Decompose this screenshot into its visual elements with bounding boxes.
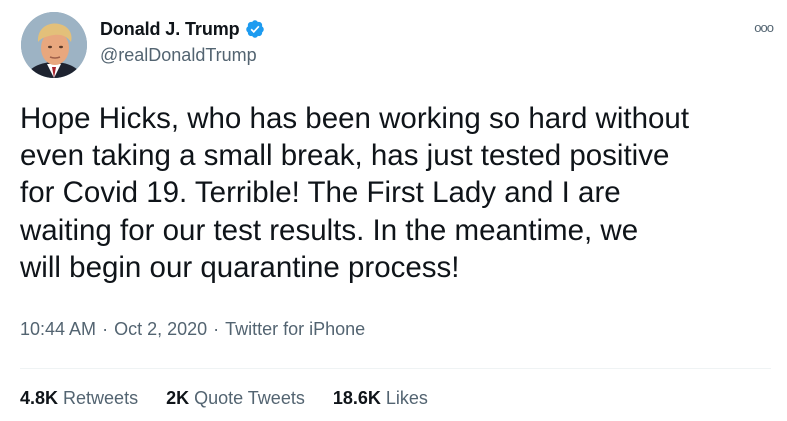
tweet-source[interactable]: Twitter for iPhone	[225, 319, 365, 339]
author-name-row: Donald J. Trump	[100, 18, 265, 40]
tweet-card: Donald J. Trump @realDonaldTrump ooo Hop…	[0, 0, 787, 421]
metadata-separator: ·	[213, 319, 220, 339]
likes-label: Likes	[385, 388, 428, 408]
likes-count: 18.6K	[332, 388, 381, 408]
retweets-stat[interactable]: 4.8K Retweets	[20, 388, 138, 409]
divider	[20, 368, 771, 369]
tweet-metadata: 10:44 AM · Oct 2, 2020 · Twitter for iPhone	[20, 319, 365, 340]
tweet-text: Hope Hicks, who has been working so hard…	[20, 100, 780, 286]
quote-tweets-count: 2K	[166, 388, 190, 408]
quote-tweets-stat[interactable]: 2K Quote Tweets	[166, 388, 305, 409]
tweet-text-line: waiting for our test results. In the mea…	[20, 213, 639, 247]
avatar[interactable]	[21, 12, 87, 78]
retweets-label: Retweets	[63, 388, 139, 408]
tweet-text-line: for Covid 19. Terrible! The First Lady a…	[20, 176, 621, 210]
author-handle[interactable]: @realDonaldTrump	[100, 45, 257, 66]
tweet-timestamp[interactable]: 10:44 AM	[20, 319, 96, 339]
more-options-icon[interactable]: ooo	[754, 20, 774, 35]
verified-badge-icon	[245, 19, 265, 39]
likes-stat[interactable]: 18.6K Likes	[333, 388, 428, 409]
profile-photo-image	[21, 12, 87, 78]
retweets-count: 4.8K	[20, 388, 59, 408]
metadata-separator: ·	[102, 319, 109, 339]
tweet-text-line: even taking a small break, has just test…	[20, 139, 670, 173]
engagement-stats: 4.8K Retweets 2K Quote Tweets 18.6K Likes	[20, 388, 456, 409]
tweet-text-line: Hope Hicks, who has been working so hard…	[20, 102, 690, 135]
tweet-date[interactable]: Oct 2, 2020	[114, 319, 207, 339]
author-display-name[interactable]: Donald J. Trump	[100, 19, 240, 40]
quote-tweets-label: Quote Tweets	[194, 388, 305, 408]
tweet-text-line: will begin our quarantine process!	[20, 250, 460, 284]
